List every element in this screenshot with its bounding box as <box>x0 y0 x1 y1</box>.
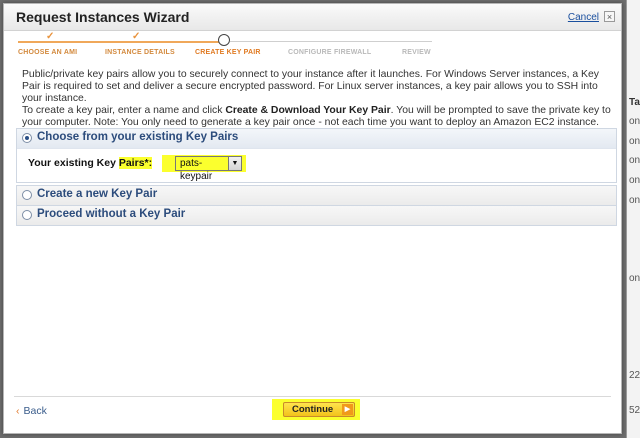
field-label-part: Your existing Key <box>28 157 119 169</box>
key-pair-selected-value: pats-keypair <box>176 157 229 182</box>
background-fragment: 52 <box>629 405 640 416</box>
request-instances-wizard-dialog: Request Instances Wizard Cancel × ✓ ✓ CH… <box>3 3 622 434</box>
radio-existing-key-pairs[interactable] <box>22 133 32 143</box>
step-configure-firewall: CONFIGURE FIREWALL <box>288 49 372 56</box>
option-none-label[interactable]: Proceed without a Key Pair <box>37 208 185 220</box>
background-fragment: on <box>629 116 640 127</box>
background-fragment: 22 <box>629 370 640 381</box>
step-create-key-pair: CREATE KEY PAIR <box>195 49 261 56</box>
wizard-steps: ✓ ✓ CHOOSE AN AMI INSTANCE DETAILS CREAT… <box>4 30 621 64</box>
intro-text-part: To create a key pair, enter a name and c… <box>22 105 226 116</box>
intro-text: Public/private key pairs allow you to se… <box>22 69 612 129</box>
continue-button[interactable]: Continue ▶ <box>283 402 355 417</box>
back-link[interactable]: ‹ Back <box>16 405 47 417</box>
option-create-label[interactable]: Create a new Key Pair <box>37 188 157 200</box>
background-fragment: on <box>629 273 640 284</box>
field-label-highlighted: Pairs*: <box>118 157 153 169</box>
close-icon[interactable]: × <box>604 11 615 22</box>
progress-track-remaining <box>230 41 432 42</box>
key-pair-select[interactable]: pats-keypair ▼ <box>175 156 242 182</box>
background-page-strip: Ta on on on on on on 22 52 <box>626 0 640 438</box>
intro-paragraph-2: To create a key pair, enter a name and c… <box>22 105 612 129</box>
check-icon: ✓ <box>132 31 141 42</box>
option-none-header[interactable]: Proceed without a Key Pair <box>17 206 616 225</box>
step-choose-ami: CHOOSE AN AMI <box>18 49 78 56</box>
step-review: REVIEW <box>402 49 431 56</box>
background-fragment: on <box>629 175 640 186</box>
background-fragment: on <box>629 155 640 166</box>
back-label: Back <box>23 405 47 417</box>
background-fragment: on <box>629 195 640 206</box>
footer-divider <box>14 396 611 397</box>
background-fragment: on <box>629 136 640 147</box>
option-create-header[interactable]: Create a new Key Pair <box>17 186 616 205</box>
triangle-down-icon[interactable]: ▼ <box>228 157 241 170</box>
radio-create-key-pair[interactable] <box>22 190 32 200</box>
step-instance-details: INSTANCE DETAILS <box>105 49 175 56</box>
radio-no-key-pair[interactable] <box>22 210 32 220</box>
existing-key-pairs-label: Your existing Key Pairs*: <box>28 157 153 169</box>
intro-paragraph-1: Public/private key pairs allow you to se… <box>22 69 599 104</box>
option-existing-key-pairs: Choose from your existing Key Pairs Your… <box>16 128 617 183</box>
dialog-titlebar: Request Instances Wizard Cancel × <box>4 4 621 31</box>
check-icon: ✓ <box>46 31 55 42</box>
chevron-left-icon: ‹ <box>16 405 20 417</box>
option-existing-body: Your existing Key Pairs*: pats-keypair ▼ <box>17 148 616 182</box>
background-fragment: Ta <box>629 97 640 108</box>
option-existing-label[interactable]: Choose from your existing Key Pairs <box>37 131 238 143</box>
option-existing-header[interactable]: Choose from your existing Key Pairs <box>17 129 616 148</box>
intro-bold-action: Create & Download Your Key Pair <box>225 105 391 116</box>
continue-label: Continue <box>292 404 334 415</box>
arrow-right-icon: ▶ <box>342 404 353 415</box>
option-no-key-pair[interactable]: Proceed without a Key Pair <box>16 205 617 226</box>
current-step-indicator <box>218 34 230 46</box>
cancel-link[interactable]: Cancel <box>568 12 599 23</box>
option-create-key-pair[interactable]: Create a new Key Pair <box>16 185 617 206</box>
dialog-title: Request Instances Wizard <box>16 9 190 25</box>
